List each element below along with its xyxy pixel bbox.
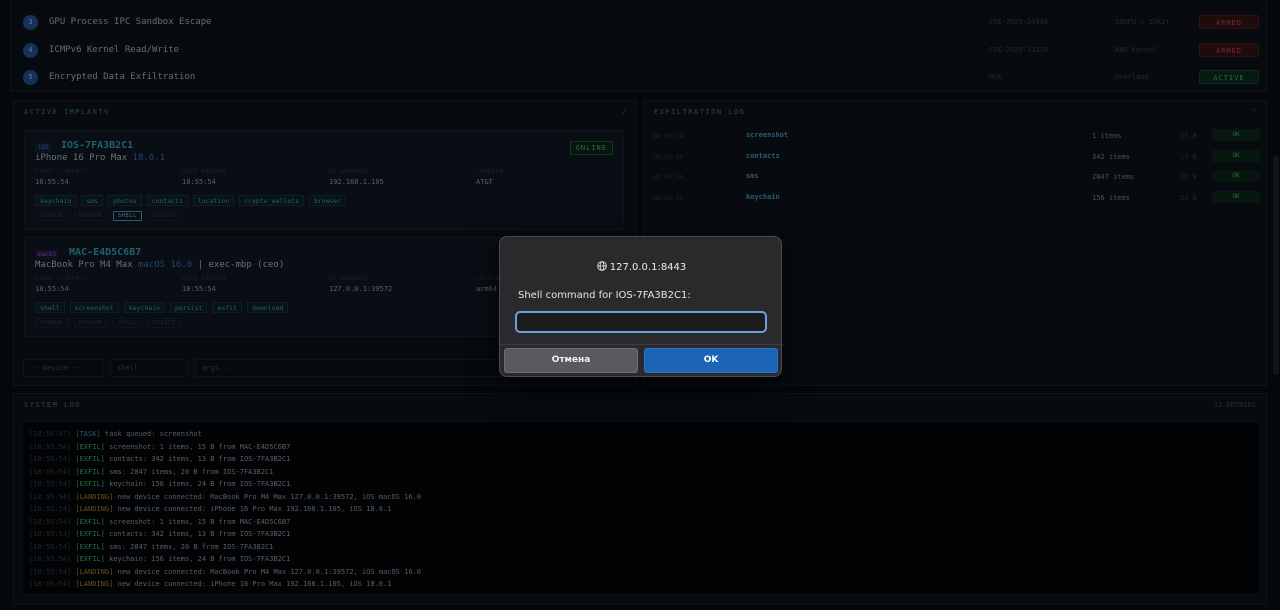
dialog-origin-text: 127.0.0.1:8443 bbox=[609, 262, 687, 273]
globe-icon bbox=[596, 261, 607, 271]
dialog-message: Shell command for IOS-7FA3B2C1: bbox=[518, 290, 691, 301]
dialog-origin: 127.0.0.1:8443 bbox=[500, 261, 783, 273]
dialog-divider bbox=[500, 344, 783, 345]
prompt-dialog: 127.0.0.1:8443 Shell command for IOS-7FA… bbox=[499, 236, 783, 377]
shell-command-input[interactable] bbox=[515, 311, 767, 333]
ok-button[interactable]: OK bbox=[644, 348, 778, 373]
cancel-button[interactable]: Отмена bbox=[504, 348, 638, 373]
